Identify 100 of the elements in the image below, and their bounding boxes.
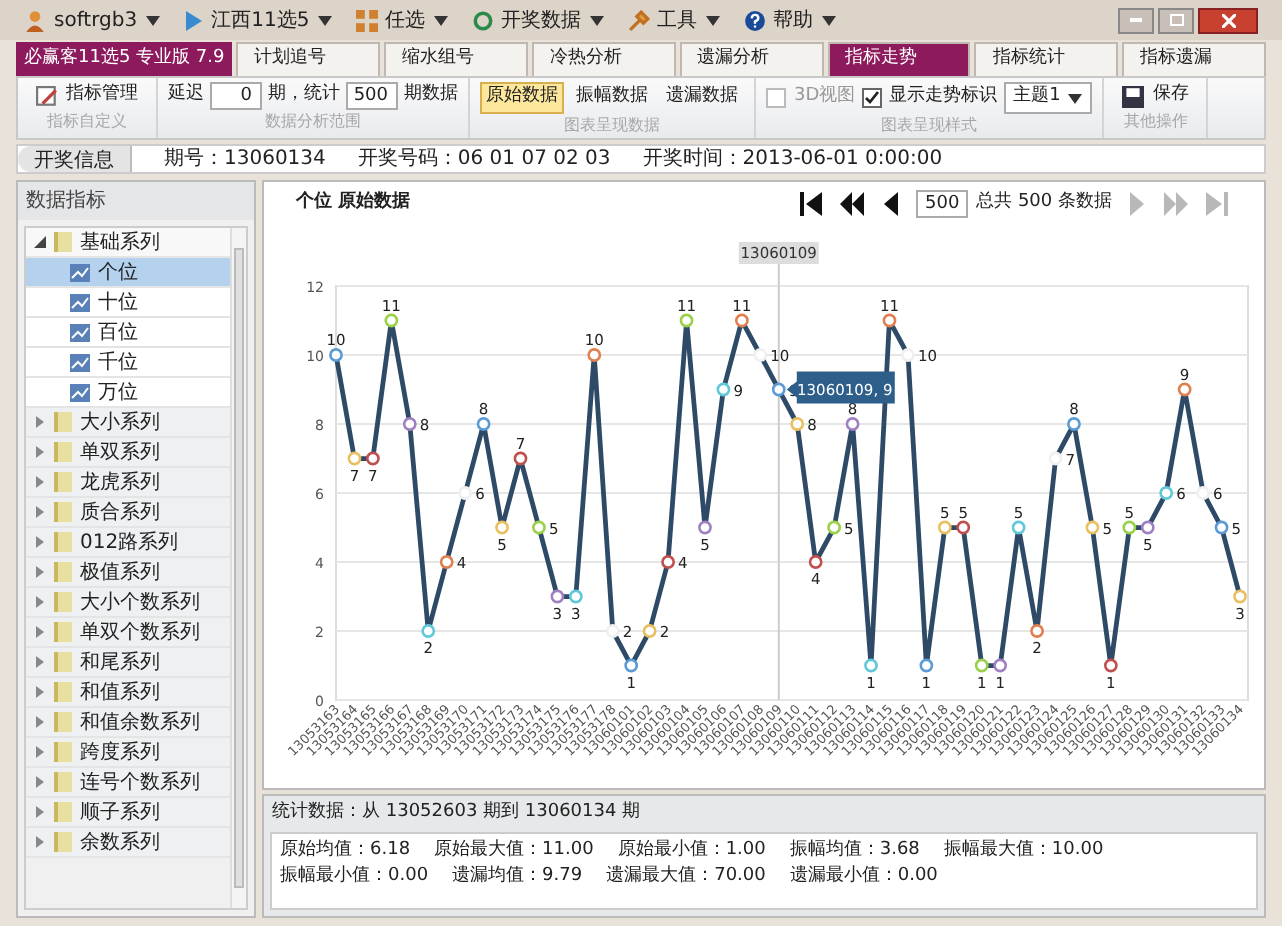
- data-point: [642, 624, 657, 638]
- tab[interactable]: 遗漏分析: [679, 42, 824, 76]
- data-point: [587, 348, 602, 362]
- tree-item[interactable]: 万位: [26, 378, 230, 408]
- menu-item[interactable]: 任选: [355, 5, 448, 35]
- menu-item[interactable]: 帮助: [743, 5, 836, 35]
- tab[interactable]: 计划追号: [236, 42, 381, 76]
- manage-button[interactable]: 指标管理: [28, 82, 146, 110]
- fast-back-button[interactable]: [836, 192, 869, 216]
- tree-group-item[interactable]: 和尾系列: [26, 648, 230, 678]
- data-point: [513, 451, 528, 466]
- data-point: [1233, 589, 1247, 604]
- data-point: [439, 555, 454, 569]
- option-checkbox[interactable]: 显示走势标识: [861, 84, 998, 112]
- save-button[interactable]: 保存: [1114, 82, 1197, 110]
- tab[interactable]: 缩水组号: [384, 42, 528, 76]
- tree-group-item[interactable]: 连号个数系列: [26, 768, 230, 798]
- info-button[interactable]: 开奖信息: [18, 146, 132, 172]
- tree-item[interactable]: 个位: [26, 258, 230, 288]
- range-label: 期数据: [404, 82, 458, 109]
- number-field[interactable]: 0: [210, 82, 262, 110]
- tree-group-item[interactable]: 大小系列: [26, 408, 230, 438]
- tree-group-item[interactable]: 龙虎系列: [26, 468, 230, 498]
- tree-group-item[interactable]: 单双系列: [26, 438, 230, 468]
- group-caption: 指标自定义: [45, 110, 129, 134]
- data-point: [1140, 520, 1155, 535]
- tree-label: 大小个数系列: [80, 589, 200, 617]
- data-mode-button[interactable]: 遗漏数据: [660, 82, 744, 114]
- data-point: [532, 520, 546, 535]
- group-caption: 图表呈现数据: [562, 114, 662, 138]
- tab[interactable]: 冷热分析: [531, 42, 676, 76]
- tree-group-item[interactable]: 单双个数系列: [26, 618, 230, 648]
- menu-item[interactable]: softrgb3: [24, 5, 160, 35]
- tree-item[interactable]: 十位: [26, 288, 230, 318]
- data-point: [402, 417, 417, 431]
- menu-item[interactable]: 开奖数据: [471, 5, 604, 35]
- data-point: [1177, 382, 1192, 397]
- tree-group-item[interactable]: 余数系列: [26, 828, 230, 858]
- caret-icon: [705, 15, 720, 25]
- data-point: [366, 451, 380, 466]
- chart-icon: [70, 323, 90, 341]
- tree-group-item[interactable]: 和值余数系列: [26, 708, 230, 738]
- maximize-button[interactable]: [1158, 7, 1194, 33]
- data-point: [882, 313, 897, 328]
- stat-text: 振幅最大值：10.00: [943, 837, 1104, 863]
- tree-group-item[interactable]: 基础系列: [26, 228, 230, 258]
- expand-arrow-icon: [34, 806, 46, 818]
- tree-label: 基础系列: [80, 229, 160, 257]
- scrollbar[interactable]: [230, 228, 246, 908]
- tree-item[interactable]: 千位: [26, 348, 230, 378]
- tree-label: 连号个数系列: [80, 769, 200, 797]
- caret-icon: [821, 15, 836, 25]
- stat-text: 振幅均值：3.68: [789, 837, 920, 863]
- theme-dropdown[interactable]: 主题1: [1003, 82, 1093, 114]
- chart-title: 个位 原始数据: [296, 190, 411, 217]
- range-label: 延迟: [168, 82, 204, 109]
- data-point: [1103, 658, 1118, 673]
- data-point: [790, 417, 805, 431]
- tree-item[interactable]: 百位: [26, 318, 230, 348]
- draw-info-text: 开奖号码：06 01 07 02 03: [357, 146, 611, 174]
- tree-group-item[interactable]: 跨度系列: [26, 738, 230, 768]
- minimize-button[interactable]: [1118, 7, 1154, 33]
- tree-group-item[interactable]: 大小个数系列: [26, 588, 230, 618]
- page-size-field[interactable]: 500: [916, 190, 969, 218]
- data-point: [1011, 520, 1026, 535]
- play-icon: [183, 9, 204, 31]
- data-point: [716, 382, 731, 397]
- tab[interactable]: 指标走势: [827, 42, 971, 76]
- tab[interactable]: 指标统计: [974, 42, 1119, 76]
- menu-item[interactable]: 工具: [627, 5, 720, 35]
- tree-label: 和值余数系列: [80, 709, 200, 737]
- data-mode-button[interactable]: 振幅数据: [570, 82, 654, 114]
- data-point: [550, 589, 565, 604]
- pencil-icon: [36, 85, 58, 107]
- tree-group-item[interactable]: 质合系列: [26, 498, 230, 528]
- tree-group-item[interactable]: 顺子系列: [26, 798, 230, 828]
- first-icon: [800, 192, 825, 216]
- caret-icon: [317, 15, 332, 25]
- data-point: [1067, 417, 1081, 431]
- expand-arrow-icon: [34, 626, 46, 638]
- app-brand: 必赢客11选5 专业版 7.9: [16, 42, 233, 76]
- data-point: [771, 382, 786, 397]
- close-button[interactable]: [1198, 7, 1258, 33]
- expand-arrow-icon: [34, 656, 46, 668]
- expand-arrow-icon: [34, 566, 46, 578]
- tree-group-item[interactable]: 和值系列: [26, 678, 230, 708]
- tree-group-item[interactable]: 极值系列: [26, 558, 230, 588]
- tab[interactable]: 指标遗漏: [1122, 42, 1267, 76]
- grid-icon: [355, 9, 378, 31]
- data-mode-button[interactable]: 原始数据: [480, 82, 564, 114]
- tree-label: 千位: [98, 349, 138, 377]
- menu-item[interactable]: 江西11选5: [183, 5, 332, 35]
- data-point: [495, 520, 509, 535]
- number-field[interactable]: 500: [346, 82, 398, 110]
- stat-text: 遗漏均值：9.79: [452, 864, 583, 890]
- stat-text: 原始最大值：11.00: [434, 837, 594, 863]
- data-point: [476, 417, 491, 431]
- tree-label: 012路系列: [80, 529, 179, 557]
- total-count-text: 总共 500 条数据: [976, 190, 1112, 217]
- tree-group-item[interactable]: 012路系列: [26, 528, 230, 558]
